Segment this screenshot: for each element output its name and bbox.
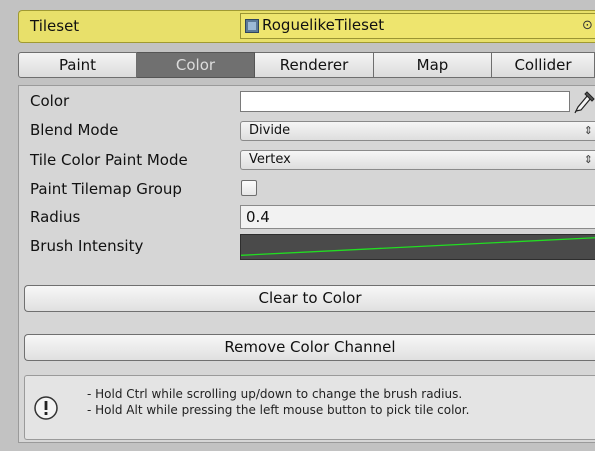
dropdown-arrows-icon: ⇕ <box>583 153 593 166</box>
tileset-label: Tileset <box>30 17 80 35</box>
tab-map[interactable]: Map <box>374 52 492 78</box>
tile-color-paint-mode-label: Tile Color Paint Mode <box>30 151 188 169</box>
blend-mode-label: Blend Mode <box>30 121 119 139</box>
blend-mode-dropdown[interactable]: Divide ⇕ <box>240 121 595 141</box>
eyedropper-icon[interactable] <box>573 86 595 114</box>
object-picker-icon[interactable]: ⊙ <box>582 16 595 36</box>
paint-tilemap-group-checkbox[interactable] <box>241 180 257 196</box>
brush-intensity-curve[interactable] <box>240 234 595 260</box>
tile-color-paint-mode-dropdown[interactable]: Vertex ⇕ <box>240 150 595 170</box>
tab-color[interactable]: Color <box>137 52 255 78</box>
help-line-ctrl: - Hold Ctrl while scrolling up/down to c… <box>87 387 463 401</box>
intensity-curve-line <box>241 237 595 256</box>
brush-intensity-label: Brush Intensity <box>30 237 144 255</box>
tab-collider[interactable]: Collider <box>492 52 595 78</box>
tile-color-paint-mode-value: Vertex <box>249 152 291 167</box>
radius-label: Radius <box>30 208 81 226</box>
radius-value: 0.4 <box>246 208 270 226</box>
dropdown-arrows-icon: ⇕ <box>583 124 593 137</box>
clear-to-color-button[interactable]: Clear to Color <box>24 285 595 312</box>
tileset-value: RoguelikeTileset <box>262 16 385 34</box>
remove-color-channel-button[interactable]: Remove Color Channel <box>24 334 595 361</box>
tab-renderer[interactable]: Renderer <box>255 52 374 78</box>
radius-input[interactable] <box>240 205 595 229</box>
blend-mode-value: Divide <box>249 123 291 138</box>
tab-paint[interactable]: Paint <box>18 52 137 78</box>
tileset-asset-icon <box>245 19 259 33</box>
help-line-alt: - Hold Alt while pressing the left mouse… <box>87 403 470 417</box>
paint-tilemap-group-label: Paint Tilemap Group <box>30 180 182 198</box>
info-icon <box>34 396 58 420</box>
color-label: Color <box>30 92 70 110</box>
color-swatch-field[interactable] <box>240 91 570 112</box>
